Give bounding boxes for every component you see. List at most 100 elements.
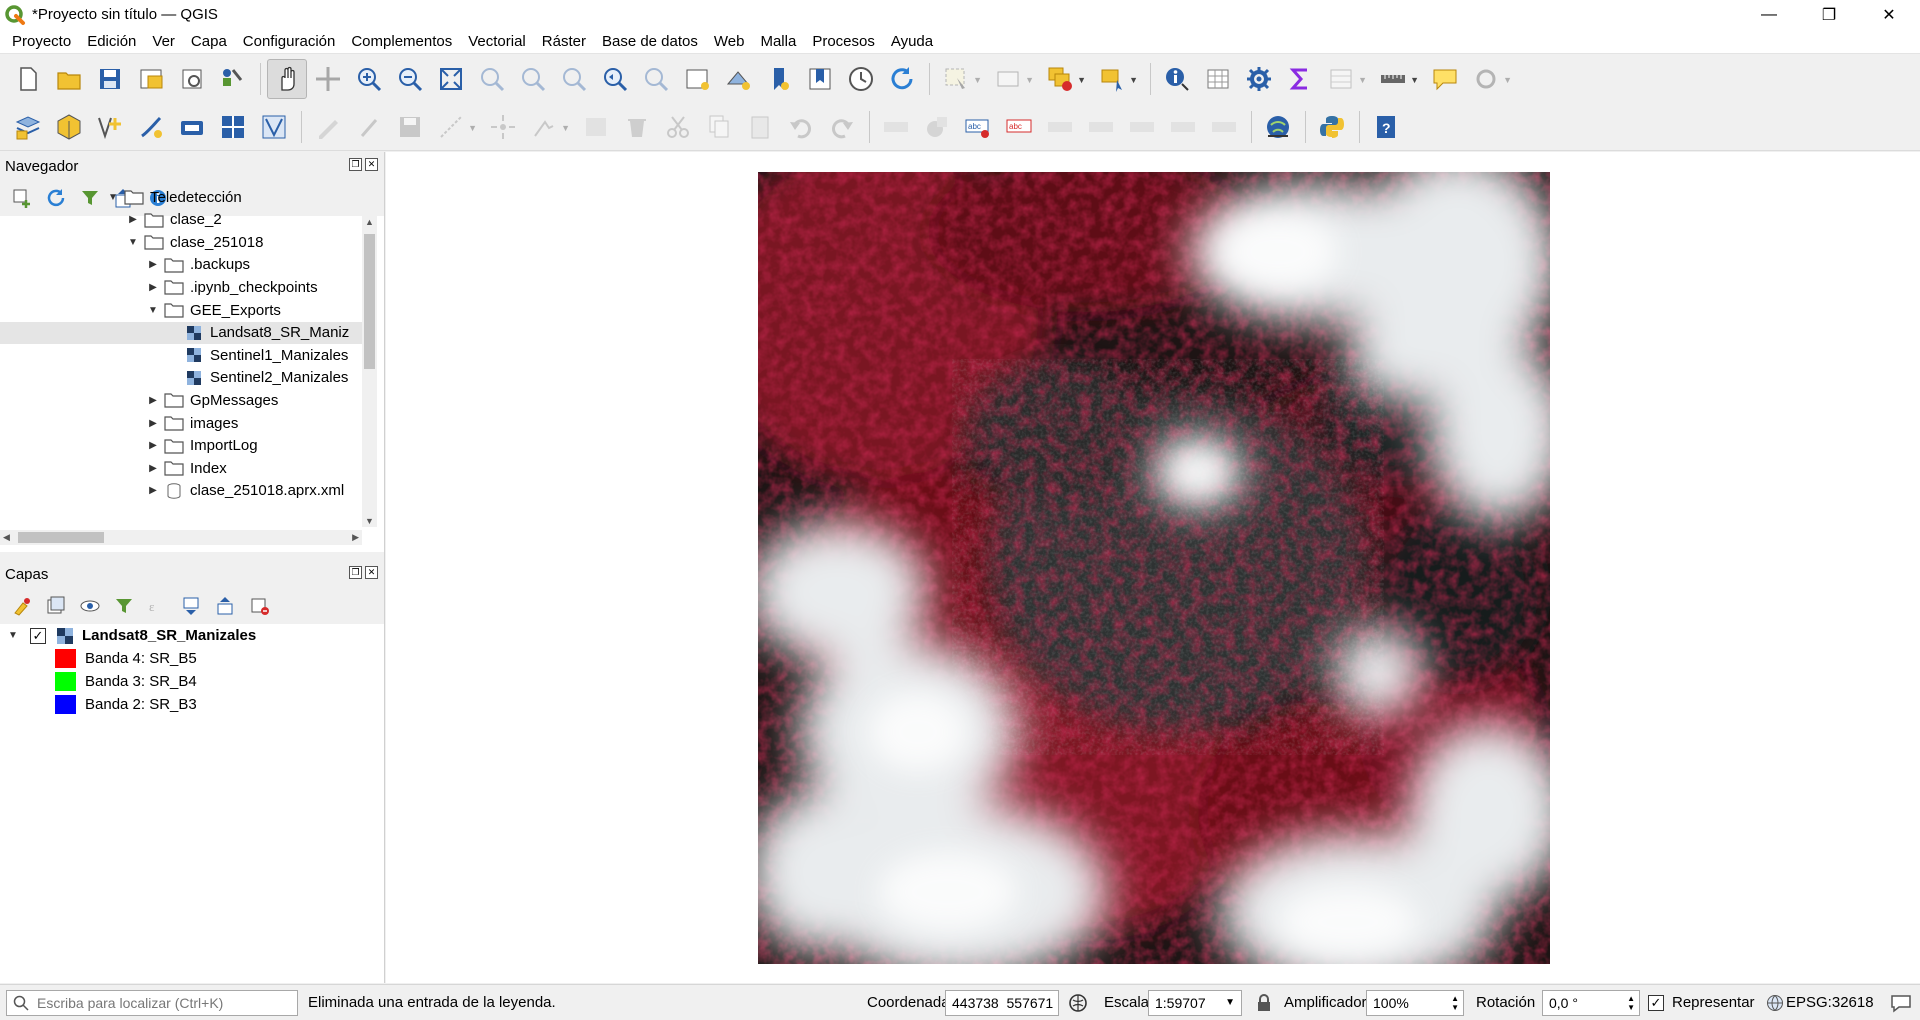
select-by-value-icon[interactable]: ▼ — [988, 59, 1034, 99]
toggle-editing-icon[interactable] — [349, 107, 389, 147]
deselect-features-icon[interactable]: ▼ — [1040, 59, 1086, 99]
open-project-icon[interactable] — [49, 59, 89, 99]
toggle-extents-icon[interactable] — [1067, 992, 1089, 1014]
collapsed-arrow-icon[interactable]: ▶ — [146, 440, 160, 451]
copy-features-icon[interactable] — [699, 107, 739, 147]
expand-all-icon[interactable] — [178, 592, 206, 620]
messages-icon[interactable] — [1890, 993, 1912, 1013]
data-source-manager-icon[interactable] — [8, 107, 48, 147]
browser-item-folder[interactable]: ▶ .backups — [0, 254, 250, 276]
browser-item-raster[interactable]: Sentinel1_Manizales — [0, 344, 348, 366]
browser-item-folder[interactable]: ▶ Index — [0, 457, 227, 479]
zoom-native-icon[interactable] — [554, 59, 594, 99]
browser-item-folder[interactable]: ▼ clase_251018 — [0, 231, 263, 253]
zoom-to-selection-icon[interactable] — [472, 59, 512, 99]
vertex-tool-icon[interactable] — [483, 107, 523, 147]
collapsed-arrow-icon[interactable]: ▶ — [146, 395, 160, 406]
add-feature-icon[interactable]: ▼ — [1092, 59, 1138, 99]
pan-map-icon[interactable] — [267, 59, 307, 99]
crs-globe-icon[interactable] — [1766, 994, 1784, 1012]
zoom-full-icon[interactable] — [431, 59, 471, 99]
new-temporary-layer-icon[interactable] — [172, 107, 212, 147]
new-bookmark-icon[interactable] — [759, 59, 799, 99]
manage-map-themes-icon[interactable] — [76, 592, 104, 620]
close-button[interactable]: ✕ — [1866, 0, 1912, 29]
change-label-icon[interactable] — [1204, 107, 1244, 147]
new-project-icon[interactable] — [8, 59, 48, 99]
gps-settings-icon[interactable]: ▼ — [1466, 59, 1512, 99]
map-tips-icon[interactable] — [1425, 59, 1465, 99]
zoom-in-icon[interactable] — [349, 59, 389, 99]
new-mesh-layer-icon[interactable] — [254, 107, 294, 147]
minimize-button[interactable]: — — [1746, 0, 1792, 29]
quickmapservices-icon[interactable] — [1258, 107, 1298, 147]
browser-item-raster[interactable]: Sentinel2_Manizales — [0, 367, 348, 389]
coordinate-field[interactable]: 443738 557671 — [945, 989, 1059, 1016]
save-edits-icon[interactable] — [390, 107, 430, 147]
menu-proyecto[interactable]: Proyecto — [4, 29, 79, 54]
spin-arrows-icon[interactable]: ▲ ▼ — [1451, 994, 1459, 1012]
cut-features-icon[interactable] — [658, 107, 698, 147]
browser-item-folder[interactable]: ▼ GEE_Exports — [0, 299, 281, 321]
expanded-arrow-icon[interactable]: ▼ — [126, 237, 140, 248]
show-hide-labels-icon[interactable] — [1081, 107, 1121, 147]
rotation-spinbox[interactable]: 0,0 ° ▲ ▼ — [1542, 989, 1640, 1016]
menu-web[interactable]: Web — [706, 29, 753, 54]
show-unplaced-labels-icon[interactable]: abc — [999, 107, 1039, 147]
paste-features-icon[interactable] — [740, 107, 780, 147]
browser-item-raster[interactable]: Landsat8_SR_Maniz — [0, 321, 362, 344]
layer-visibility-checkbox[interactable]: ✓ — [30, 627, 46, 644]
browser-vertical-scrollbar[interactable]: ▲ ▼ — [362, 216, 377, 527]
close-panel-icon[interactable]: ✕ — [365, 566, 378, 579]
browser-horizontal-scrollbar[interactable]: ◀ ▶ — [0, 530, 362, 545]
browser-item-folder[interactable]: ▼ Teledetección — [0, 186, 242, 208]
collapse-arrow-icon[interactable]: ▼ — [6, 630, 20, 641]
menu-procesos[interactable]: Procesos — [804, 29, 883, 54]
modify-attributes-icon[interactable] — [576, 107, 616, 147]
float-panel-icon[interactable]: ❐ — [349, 566, 362, 579]
move-feature-icon[interactable]: ▼ — [524, 107, 570, 147]
zoom-to-layer-icon[interactable] — [513, 59, 553, 99]
select-features-icon[interactable]: ▼ — [936, 59, 982, 99]
new-3d-map-view-icon[interactable] — [718, 59, 758, 99]
pin-labels-icon[interactable] — [1040, 107, 1080, 147]
restore-button[interactable]: ❐ — [1806, 0, 1852, 29]
filter-by-expression-icon[interactable]: ε — [144, 592, 172, 620]
style-manager-icon[interactable] — [213, 59, 253, 99]
locator-search-input[interactable]: Escriba para localizar (Ctrl+K) — [6, 989, 298, 1016]
collapse-all-layers-icon[interactable] — [212, 592, 240, 620]
menu-base-de-datos[interactable]: Base de datos — [594, 29, 706, 54]
measure-line-icon[interactable]: ▼ — [1373, 59, 1419, 99]
expanded-arrow-icon[interactable]: ▼ — [146, 305, 160, 316]
statistics-sigma-icon[interactable] — [1280, 59, 1320, 99]
new-spatialite-layer-icon[interactable] — [131, 107, 171, 147]
identify-features-icon[interactable] — [1157, 59, 1197, 99]
python-console-icon[interactable] — [1312, 107, 1352, 147]
layer-row[interactable]: ▼ ✓ Landsat8_SR_Manizales — [0, 624, 380, 647]
float-panel-icon[interactable]: ❐ — [349, 158, 362, 171]
browser-item-folder[interactable]: ▶ GpMessages — [0, 389, 278, 411]
zoom-out-icon[interactable] — [390, 59, 430, 99]
zoom-last-icon[interactable] — [595, 59, 635, 99]
menu-configuracion[interactable]: Configuración — [235, 29, 344, 54]
diagram-properties-icon[interactable] — [917, 107, 957, 147]
map-canvas[interactable] — [386, 152, 1920, 983]
new-virtual-layer-icon[interactable] — [213, 107, 253, 147]
browser-item-folder[interactable]: ▶ images — [0, 412, 238, 434]
open-layer-styling-icon[interactable] — [8, 592, 36, 620]
render-checkbox[interactable]: ✓ — [1648, 995, 1664, 1011]
save-project-icon[interactable] — [90, 59, 130, 99]
show-bookmarks-icon[interactable] — [800, 59, 840, 99]
menu-vectorial[interactable]: Vectorial — [460, 29, 534, 54]
expanded-arrow-icon[interactable]: ▼ — [106, 192, 120, 203]
browser-item-folder[interactable]: ▶ .ipynb_checkpoints — [0, 276, 317, 298]
pan-to-selection-icon[interactable] — [308, 59, 348, 99]
highlight-pinned-labels-icon[interactable]: abc — [958, 107, 998, 147]
menu-ayuda[interactable]: Ayuda — [883, 29, 941, 54]
digitize-icon[interactable]: ▼ — [431, 107, 477, 147]
browser-item-folder[interactable]: ▶ ImportLog — [0, 435, 257, 457]
remove-layer-icon[interactable] — [246, 592, 274, 620]
delete-selected-icon[interactable] — [617, 107, 657, 147]
undo-icon[interactable] — [781, 107, 821, 147]
zoom-next-icon[interactable] — [636, 59, 676, 99]
